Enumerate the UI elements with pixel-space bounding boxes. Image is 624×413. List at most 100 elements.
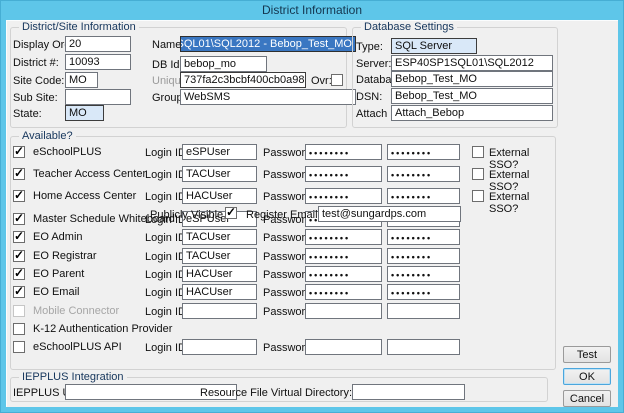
display-order-input[interactable] <box>65 36 131 52</box>
row-checkbox[interactable] <box>13 213 25 225</box>
available-group-label: Available? <box>19 130 76 143</box>
ok-button[interactable]: OK <box>563 368 611 385</box>
row-label: eSchoolPLUS API <box>33 341 122 353</box>
password-input[interactable] <box>305 339 382 355</box>
publicly-visible-checkbox[interactable] <box>225 207 237 219</box>
iepplus-group-label: IEPPLUS Integration <box>19 371 127 384</box>
sub-site-label: Sub Site: <box>13 92 58 105</box>
login-id-input[interactable] <box>182 303 257 319</box>
row-checkbox[interactable] <box>13 323 25 335</box>
password-confirm-input[interactable] <box>387 266 460 282</box>
row-label: EO Email <box>33 286 79 298</box>
password-input[interactable] <box>305 266 382 282</box>
login-id-input[interactable] <box>182 248 257 264</box>
window-title: District Information <box>262 3 362 17</box>
login-id-input[interactable] <box>182 229 257 245</box>
password-input[interactable] <box>305 188 382 204</box>
row-label: Mobile Connector <box>33 305 119 317</box>
row-checkbox[interactable] <box>13 231 25 243</box>
password-confirm-input[interactable] <box>387 303 460 319</box>
district-number-label: District #: <box>13 57 59 70</box>
available-row: EO EmailLogin ID:Password: <box>0 284 560 302</box>
register-email-input[interactable] <box>318 206 461 222</box>
dsn-input[interactable] <box>391 88 553 104</box>
external-sso-checkbox[interactable] <box>472 146 484 158</box>
server-input[interactable] <box>391 55 553 71</box>
password-confirm-input[interactable] <box>387 188 460 204</box>
resource-directory-label: Resource File Virtual Directory: <box>200 387 349 400</box>
name-selected-text: ESP40SP1SQL01\SQL2012 - Bebop_Test_MO <box>180 38 352 50</box>
row-label: Home Access Center <box>33 190 136 202</box>
login-id-input[interactable] <box>182 144 257 160</box>
sub-site-input[interactable] <box>65 89 131 105</box>
password-confirm-input[interactable] <box>387 144 460 160</box>
type-input[interactable] <box>391 38 477 54</box>
login-id-input[interactable] <box>182 339 257 355</box>
password-input[interactable] <box>305 248 382 264</box>
login-id-input[interactable] <box>182 284 257 300</box>
login-id-input[interactable] <box>182 188 257 204</box>
password-confirm-input[interactable] <box>387 166 460 182</box>
publicly-visible-label: Publicly Visible <box>150 209 223 222</box>
row-label: EO Parent <box>33 268 84 280</box>
row-checkbox[interactable] <box>13 286 25 298</box>
db-identifier-input[interactable] <box>180 56 267 72</box>
available-row: eSchoolPLUS APILogin ID:Password: <box>0 339 560 357</box>
external-sso-checkbox[interactable] <box>472 168 484 180</box>
available-row: Home Access CenterLogin ID:Password:Exte… <box>0 188 560 206</box>
site-code-label: Site Code: <box>13 75 64 88</box>
password-confirm-input[interactable] <box>387 229 460 245</box>
row-checkbox[interactable] <box>13 168 25 180</box>
ovr-label: Ovr: <box>311 75 332 88</box>
cancel-button[interactable]: Cancel <box>563 390 611 407</box>
row-checkbox[interactable] <box>13 305 25 317</box>
password-confirm-input[interactable] <box>387 339 460 355</box>
district-information-dialog: District Information District/Site Infor… <box>0 0 624 413</box>
dsn-label: DSN: <box>356 91 382 104</box>
type-label: Type: <box>356 41 383 54</box>
available-row: K-12 Authentication Provider <box>0 321 560 339</box>
state-label: State: <box>13 108 42 121</box>
attach-db-input[interactable] <box>391 105 553 121</box>
login-id-input[interactable] <box>182 266 257 282</box>
database-settings-group-label: Database Settings <box>361 21 457 34</box>
unique-id-field: 737fa2c3bcbf400cb0a98d04d0f9d <box>180 72 306 88</box>
register-email-label: Register Email: <box>246 209 321 222</box>
row-checkbox[interactable] <box>13 190 25 202</box>
row-label: eSchoolPLUS <box>33 146 102 158</box>
available-row: Mobile ConnectorLogin ID:Password: <box>0 303 560 321</box>
name-input[interactable]: ESP40SP1SQL01\SQL2012 - Bebop_Test_MO <box>180 36 356 52</box>
available-row: Teacher Access CenterLogin ID:Password:E… <box>0 166 560 184</box>
available-row: eSchoolPLUSLogin ID:Password:External SS… <box>0 144 560 162</box>
password-confirm-input[interactable] <box>387 284 460 300</box>
available-row: EO RegistrarLogin ID:Password: <box>0 248 560 266</box>
password-input[interactable] <box>305 166 382 182</box>
available-row: EO ParentLogin ID:Password: <box>0 266 560 284</box>
available-row: EO AdminLogin ID:Password: <box>0 229 560 247</box>
row-checkbox[interactable] <box>13 146 25 158</box>
row-label: K-12 Authentication Provider <box>33 323 172 335</box>
password-input[interactable] <box>305 303 382 319</box>
group-input[interactable] <box>180 89 356 105</box>
title-bar[interactable]: District Information <box>0 0 624 20</box>
external-sso-checkbox[interactable] <box>472 190 484 202</box>
row-checkbox[interactable] <box>13 250 25 262</box>
server-label: Server: <box>356 58 391 71</box>
password-input[interactable] <box>305 229 382 245</box>
row-label: Teacher Access Center <box>33 168 146 180</box>
row-label: EO Admin <box>33 231 83 243</box>
password-input[interactable] <box>305 144 382 160</box>
resource-directory-input[interactable] <box>352 384 465 400</box>
test-button[interactable]: Test <box>563 346 611 363</box>
state-input[interactable] <box>65 105 104 121</box>
password-confirm-input[interactable] <box>387 248 460 264</box>
district-number-input[interactable] <box>65 54 131 70</box>
district-site-group-label: District/Site Information <box>19 21 139 34</box>
password-input[interactable] <box>305 284 382 300</box>
ovr-checkbox[interactable] <box>331 74 343 86</box>
login-id-input[interactable] <box>182 166 257 182</box>
row-checkbox[interactable] <box>13 268 25 280</box>
database-input[interactable] <box>391 71 553 87</box>
row-checkbox[interactable] <box>13 341 25 353</box>
site-code-input[interactable] <box>65 72 98 88</box>
